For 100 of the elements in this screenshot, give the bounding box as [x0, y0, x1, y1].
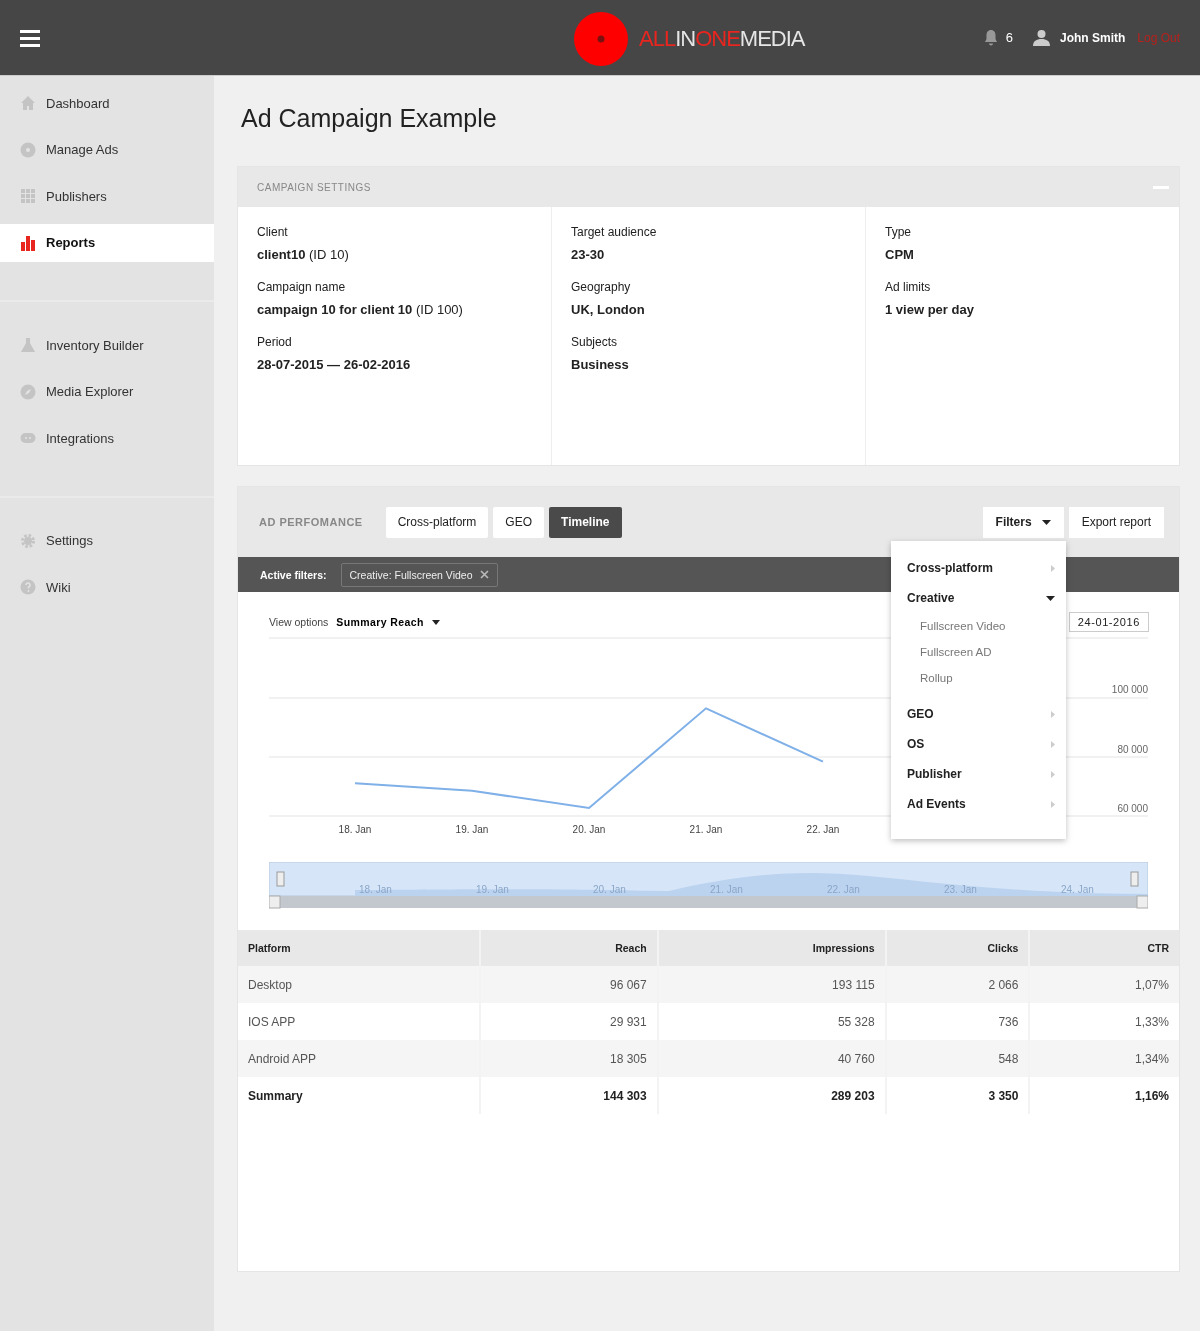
chevron-icon: [1051, 710, 1055, 718]
page-title: Ad Campaign Example: [241, 104, 498, 133]
gear-icon: [20, 532, 36, 549]
field-value: client10 (ID 10): [257, 247, 350, 262]
date-field[interactable]: 24-01-2016: [1068, 612, 1149, 632]
view-options-label: View options: [269, 616, 329, 628]
range-handle[interactable]: [276, 871, 285, 887]
y-tick-label: 80 000: [1117, 743, 1148, 755]
caret-icon: [1041, 519, 1051, 525]
compass-icon: [20, 383, 36, 400]
field-label: Campaign name: [257, 280, 347, 294]
user-name[interactable]: John Smith: [1059, 30, 1126, 45]
menu-icon[interactable]: [20, 28, 40, 47]
navigator-label: 18. Jan: [359, 884, 392, 895]
filter-menu-subitem[interactable]: Rollup: [891, 665, 1066, 691]
filter-chip[interactable]: Creative: Fullscreen Video: [340, 562, 499, 587]
caret-icon: [431, 619, 440, 625]
table-cell: 40 760: [657, 1040, 886, 1077]
chevron-icon: [1051, 740, 1055, 748]
sidebar-item[interactable]: Publishers: [0, 177, 214, 215]
table-cell: IOS APP: [238, 1003, 480, 1040]
sidebar-item[interactable]: Reports: [0, 223, 214, 262]
bars-icon: [20, 234, 36, 251]
chevron-icon: [1051, 800, 1055, 808]
tab[interactable]: Cross-platform: [385, 506, 489, 538]
sidebar-item[interactable]: Inventory Builder: [0, 326, 214, 364]
sidebar-item[interactable]: Integrations: [0, 419, 214, 457]
flask-icon: [20, 337, 36, 353]
tab[interactable]: GEO: [493, 506, 545, 538]
table-cell: 1,34%: [1029, 1040, 1179, 1077]
table-cell: 193 115: [657, 966, 886, 1003]
field-value: CPM: [885, 247, 915, 262]
filters-button[interactable]: Filters: [982, 506, 1064, 538]
sidebar-item[interactable]: Settings: [0, 521, 214, 560]
x-tick-label: 18. Jan: [338, 824, 372, 835]
filter-menu-subitem[interactable]: Fullscreen Video: [891, 613, 1066, 639]
table-cell: 18 305: [480, 1040, 658, 1077]
sidebar-item[interactable]: Media Explorer: [0, 372, 214, 411]
filter-menu-subitem[interactable]: Fullscreen AD: [891, 639, 1066, 665]
table-cell: 144 303: [480, 1077, 658, 1114]
filter-menu-item[interactable]: Cross-platform: [891, 553, 1066, 583]
column-header: Platform: [238, 930, 480, 966]
sidebar-item[interactable]: Dashboard: [0, 84, 214, 122]
bell-icon[interactable]: [983, 29, 998, 46]
x-tick-label: 21. Jan: [689, 824, 723, 835]
x-tick-label: 20. Jan: [572, 824, 606, 835]
filter-menu-item[interactable]: OS: [891, 729, 1066, 759]
x-tick-label: 19. Jan: [455, 824, 489, 835]
field-value: 23-30: [571, 247, 606, 262]
field-label: Client: [257, 225, 289, 239]
table-cell: Summary: [238, 1077, 480, 1114]
y-tick-label: 60 000: [1117, 803, 1148, 814]
view-options-select[interactable]: Summary Reach: [336, 616, 440, 628]
grid-icon: [20, 188, 36, 204]
caret-icon: [1046, 595, 1055, 601]
filter-menu-item[interactable]: Ad Events: [891, 789, 1066, 819]
chevron-icon: [1051, 770, 1055, 778]
table-cell: 289 203: [657, 1077, 886, 1114]
range-handle[interactable]: [1130, 871, 1139, 887]
notification-count: 6: [1005, 30, 1013, 45]
table-cell: 1,07%: [1029, 966, 1179, 1003]
home-icon: [20, 95, 36, 111]
column-header: Reach: [480, 930, 658, 966]
x-tick-label: 22. Jan: [806, 824, 840, 835]
sidebar-item[interactable]: Wiki: [0, 568, 214, 606]
table-cell: Desktop: [238, 966, 480, 1003]
card-title: AD PERFOMANCE: [259, 516, 363, 528]
navigator-label: 24. Jan: [1061, 884, 1094, 895]
card-title: CAMPAIGN SETTINGS: [257, 181, 371, 193]
tab[interactable]: Timeline: [549, 506, 622, 538]
table-cell: 2 066: [885, 966, 1030, 1003]
field-value: campaign 10 for client 10 (ID 100): [257, 302, 464, 317]
filter-menu-item[interactable]: Creative: [891, 583, 1066, 613]
table-cell: Android APP: [238, 1040, 480, 1077]
sidebar-item[interactable]: Manage Ads: [0, 130, 214, 169]
field-label: Geography: [571, 280, 632, 294]
field-label: Subjects: [571, 335, 619, 349]
help-icon: [20, 579, 36, 595]
y-tick-label: 100 000: [1111, 684, 1148, 696]
disc-icon: [20, 141, 36, 158]
filter-menu-item[interactable]: GEO: [891, 699, 1066, 729]
field-label: Ad limits: [885, 280, 932, 294]
table-cell: 3 350: [885, 1077, 1030, 1114]
column-header: CTR: [1029, 930, 1179, 966]
field-value: 28-07-2015 — 26-02-2016: [257, 357, 412, 372]
table-cell: 96 067: [480, 966, 658, 1003]
column-header: Clicks: [885, 930, 1030, 966]
filter-bar-label: Active filters:: [260, 568, 327, 581]
field-label: Target audience: [571, 225, 658, 239]
scrollbar[interactable]: [280, 896, 1137, 908]
filter-menu-item[interactable]: Publisher: [891, 759, 1066, 789]
export-button[interactable]: Export report: [1068, 506, 1164, 538]
field-value: 1 view per day: [885, 302, 975, 317]
close-icon[interactable]: [480, 570, 490, 579]
table-cell: 548: [885, 1040, 1030, 1077]
chevron-icon: [1051, 564, 1055, 572]
field-label: Period: [257, 335, 293, 349]
field-label: Type: [885, 225, 912, 239]
field-value: Business: [571, 357, 630, 372]
logo-icon: [573, 11, 629, 67]
